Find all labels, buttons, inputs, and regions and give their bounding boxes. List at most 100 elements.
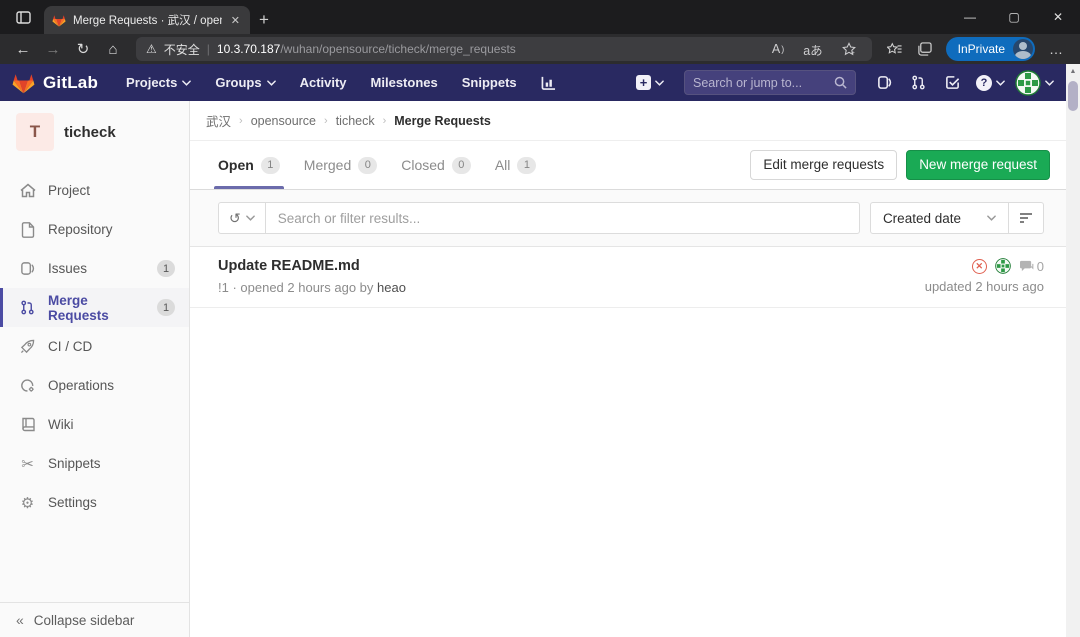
translate-icon[interactable]: aあ <box>797 40 828 59</box>
sidebar-item-wiki[interactable]: Wiki <box>0 405 189 444</box>
page-viewport: ▲ GitLab Projects Groups Activity Milest… <box>0 64 1080 637</box>
url-text[interactable]: 10.3.70.187/wuhan/opensource/ticheck/mer… <box>217 42 516 56</box>
todos-icon[interactable] <box>938 70 966 96</box>
tanuki-icon <box>12 72 35 94</box>
sidebar-item-issues[interactable]: Issues 1 <box>0 249 189 288</box>
sidebar-item-operations[interactable]: Operations <box>0 366 189 405</box>
user-menu[interactable] <box>1015 70 1054 96</box>
favorites-icon[interactable] <box>880 36 910 62</box>
home-icon[interactable]: ⌂ <box>98 36 128 62</box>
recent-searches-button[interactable]: ↺ <box>219 203 266 233</box>
project-context[interactable]: T ticheck <box>0 101 189 165</box>
help-icon: ? <box>976 75 992 91</box>
nav-groups[interactable]: Groups <box>205 69 285 96</box>
gitlab-favicon <box>52 14 66 27</box>
sidebar-item-settings[interactable]: ⚙ Settings <box>0 483 189 522</box>
maximize-button[interactable]: ▢ <box>992 0 1036 34</box>
collections-icon[interactable] <box>910 36 940 62</box>
profile-avatar <box>1013 39 1033 59</box>
global-search-input[interactable] <box>693 76 834 90</box>
all-count-badge: 1 <box>517 157 536 174</box>
forward-icon[interactable]: → <box>38 36 68 62</box>
close-tab-icon[interactable]: ✕ <box>229 14 242 27</box>
sidebar-item-cicd[interactable]: CI / CD <box>0 327 189 366</box>
sidebar-item-merge-requests[interactable]: Merge Requests 1 <box>0 288 189 327</box>
merge-request-row[interactable]: Update README.md !1 · opened 2 hours ago… <box>190 247 1066 308</box>
refresh-icon[interactable]: ↻ <box>68 36 98 62</box>
address-bar[interactable]: ⚠ 不安全 | 10.3.70.187/wuhan/opensource/tic… <box>136 37 872 61</box>
operations-icon <box>19 377 36 394</box>
filter-search-input[interactable] <box>266 211 859 226</box>
open-count-badge: 1 <box>261 157 280 174</box>
minimize-button[interactable]: — <box>948 0 992 34</box>
user-avatar <box>1015 70 1041 96</box>
filter-search-group: ↺ <box>218 202 860 234</box>
breadcrumb: 武汉 › opensource › ticheck › Merge Reques… <box>190 101 1066 141</box>
new-menu-button[interactable]: + <box>630 75 670 90</box>
gitlab-logo[interactable]: GitLab <box>12 72 98 94</box>
document-icon <box>19 221 36 238</box>
sort-dropdown[interactable]: Created date <box>871 203 1009 233</box>
merge-requests-shortcut-icon[interactable] <box>904 70 932 96</box>
close-window-button[interactable]: ✕ <box>1036 0 1080 34</box>
sidebar-nav: Project Repository Issues 1 Merge Reques… <box>0 171 189 522</box>
issues-count-badge: 1 <box>157 260 175 277</box>
new-tab-button[interactable]: + <box>250 6 278 34</box>
breadcrumb-project[interactable]: ticheck <box>336 114 375 128</box>
tab-title: Merge Requests · 武汉 / opensou <box>73 12 222 28</box>
tab-open[interactable]: Open 1 <box>206 141 292 189</box>
collapse-sidebar-button[interactable]: « Collapse sidebar <box>0 602 189 637</box>
scrollbar-thumb[interactable] <box>1068 81 1078 111</box>
nav-projects[interactable]: Projects <box>116 69 201 96</box>
merged-count-badge: 0 <box>358 157 377 174</box>
nav-activity[interactable]: Activity <box>290 69 357 96</box>
nav-milestones[interactable]: Milestones <box>361 69 448 96</box>
project-name: ticheck <box>64 124 116 141</box>
tab-closed[interactable]: Closed 0 <box>389 141 483 189</box>
add-favorite-icon[interactable]: + <box>836 42 862 56</box>
breadcrumb-group[interactable]: 武汉 <box>206 111 231 130</box>
gitlab-main-menu: Projects Groups Activity Milestones Snip… <box>116 69 566 96</box>
issues-shortcut-icon[interactable] <box>870 70 898 96</box>
browser-menu-icon[interactable]: … <box>1041 41 1072 57</box>
closed-count-badge: 0 <box>452 157 471 174</box>
help-menu[interactable]: ? <box>972 70 1009 96</box>
pipeline-failed-icon[interactable]: ✕ <box>972 259 987 274</box>
nav-snippets[interactable]: Snippets <box>452 69 527 96</box>
comment-count: 0 <box>1037 259 1044 274</box>
breadcrumb-subgroup[interactable]: opensource <box>251 114 316 128</box>
read-aloud-icon[interactable]: A) <box>766 42 790 56</box>
charts-icon[interactable] <box>531 70 566 96</box>
tab-actions-icon[interactable] <box>6 0 40 34</box>
comments-indicator[interactable]: 0 <box>1019 259 1044 274</box>
browser-toolbar: ← → ↻ ⌂ ⚠ 不安全 | 10.3.70.187/wuhan/openso… <box>0 34 1080 64</box>
gitlab-navbar: GitLab Projects Groups Activity Mileston… <box>0 64 1066 101</box>
page-body: T ticheck Project Repository Issues <box>0 101 1066 637</box>
global-search[interactable] <box>684 70 856 95</box>
not-secure-warning-icon: ⚠ <box>146 42 157 56</box>
search-icon <box>834 76 847 89</box>
mr-state-tabs: Open 1 Merged 0 Closed 0 All 1 <box>190 141 1066 190</box>
assignee-avatar[interactable] <box>995 258 1011 274</box>
comment-icon <box>1019 260 1034 273</box>
page-scrollbar[interactable]: ▲ <box>1066 64 1080 637</box>
back-icon[interactable]: ← <box>8 36 38 62</box>
tab-all[interactable]: All 1 <box>483 141 549 189</box>
issues-icon <box>19 260 36 277</box>
browser-tab[interactable]: Merge Requests · 武汉 / opensou ✕ <box>44 6 250 34</box>
home-icon <box>19 182 36 199</box>
not-secure-label[interactable]: 不安全 <box>164 41 200 58</box>
edit-merge-requests-button[interactable]: Edit merge requests <box>750 150 897 180</box>
sidebar-item-project[interactable]: Project <box>0 171 189 210</box>
mr-author-link[interactable]: heao <box>377 280 406 295</box>
browser-titlebar: Merge Requests · 武汉 / opensou ✕ + — ▢ ✕ <box>0 0 1080 34</box>
sidebar-item-snippets[interactable]: ✂ Snippets <box>0 444 189 483</box>
mr-title-link[interactable]: Update README.md <box>218 258 925 274</box>
new-merge-request-button[interactable]: New merge request <box>906 150 1050 180</box>
sort-direction-icon[interactable] <box>1009 203 1043 233</box>
mr-count-badge: 1 <box>157 299 175 316</box>
tab-merged[interactable]: Merged 0 <box>292 141 389 189</box>
filter-bar: ↺ Created date <box>190 190 1066 247</box>
sidebar-item-repository[interactable]: Repository <box>0 210 189 249</box>
inprivate-badge[interactable]: InPrivate <box>946 37 1035 61</box>
